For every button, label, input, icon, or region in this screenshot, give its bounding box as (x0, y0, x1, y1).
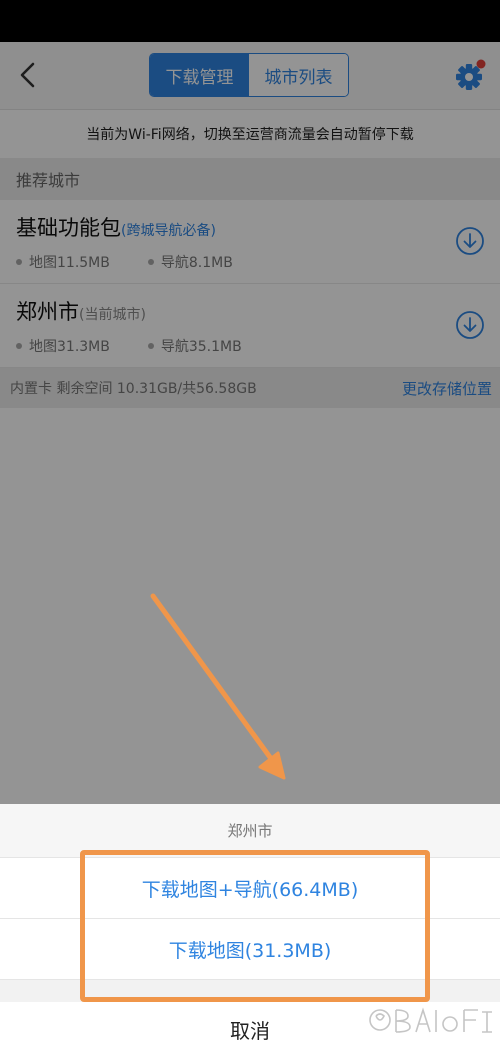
watermark-logo (369, 1007, 492, 1033)
status-bar (0, 0, 500, 42)
annotation-highlight-box (80, 850, 430, 1002)
app-screen: 下载管理 城市列表 当前为Wi-Fi网络，切换至运营商流量会自动暂停下载 推荐城… (0, 42, 500, 1057)
